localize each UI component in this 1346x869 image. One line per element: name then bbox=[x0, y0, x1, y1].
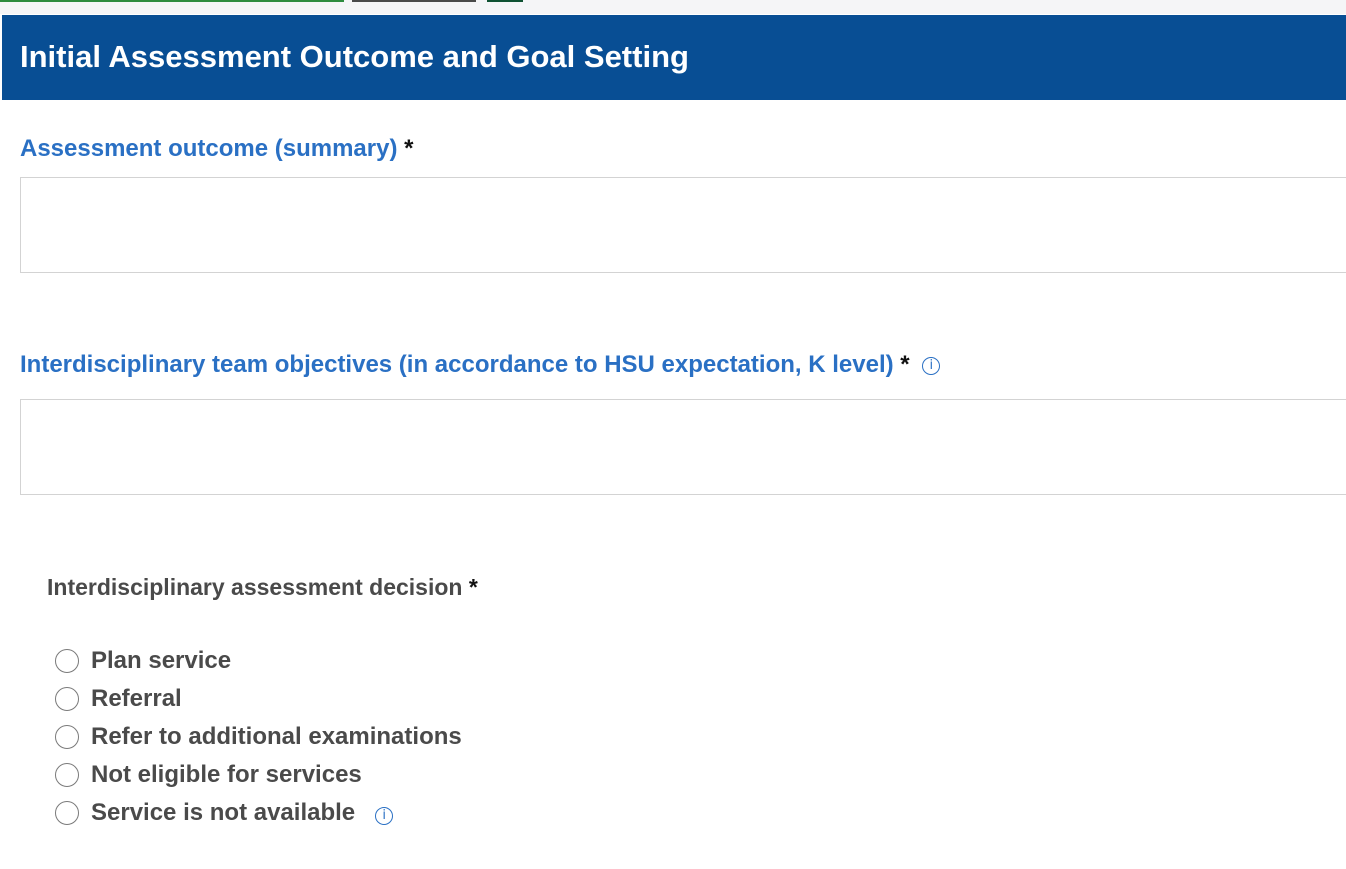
required-marker: * bbox=[900, 351, 910, 378]
team-objectives-label: Interdisciplinary team objectives (in ac… bbox=[20, 351, 941, 379]
radio-label[interactable]: Plan service bbox=[91, 647, 231, 675]
toolbar-button-green[interactable] bbox=[0, 0, 344, 2]
team-objectives-textarea[interactable] bbox=[20, 399, 1346, 495]
required-marker: * bbox=[404, 135, 414, 162]
team-objectives-label-text: Interdisciplinary team objectives (in ac… bbox=[20, 351, 894, 378]
radio-button[interactable] bbox=[55, 763, 79, 787]
radio-option-service-not-available[interactable]: Service is not available i bbox=[55, 798, 394, 828]
toolbar-button-dark[interactable] bbox=[487, 0, 523, 2]
info-icon[interactable]: i bbox=[375, 807, 394, 825]
radio-label[interactable]: Service is not available bbox=[91, 799, 355, 827]
radio-button[interactable] bbox=[55, 725, 79, 749]
radio-label[interactable]: Not eligible for services bbox=[91, 761, 362, 789]
section-title: Initial Assessment Outcome and Goal Sett… bbox=[20, 39, 689, 74]
radio-option-additional-examinations[interactable]: Refer to additional examinations bbox=[55, 722, 462, 752]
radio-button[interactable] bbox=[55, 649, 79, 673]
radio-label[interactable]: Referral bbox=[91, 685, 182, 713]
decision-label-text: Interdisciplinary assessment decision bbox=[47, 574, 463, 600]
radio-option-plan-service[interactable]: Plan service bbox=[55, 646, 231, 676]
radio-button[interactable] bbox=[55, 687, 79, 711]
section-header: Initial Assessment Outcome and Goal Sett… bbox=[2, 15, 1346, 100]
assessment-outcome-label: Assessment outcome (summary) * bbox=[20, 135, 413, 163]
radio-option-referral[interactable]: Referral bbox=[55, 684, 182, 714]
radio-button[interactable] bbox=[55, 801, 79, 825]
top-toolbar-strip bbox=[0, 0, 1346, 14]
radio-label[interactable]: Refer to additional examinations bbox=[91, 723, 462, 751]
required-marker: * bbox=[468, 574, 478, 600]
assessment-outcome-textarea[interactable] bbox=[20, 177, 1346, 273]
toolbar-button-gray[interactable] bbox=[352, 0, 476, 2]
assessment-outcome-label-text: Assessment outcome (summary) bbox=[20, 135, 398, 162]
info-icon[interactable]: i bbox=[922, 356, 941, 375]
decision-label: Interdisciplinary assessment decision * bbox=[47, 574, 478, 601]
radio-option-not-eligible[interactable]: Not eligible for services bbox=[55, 760, 362, 790]
